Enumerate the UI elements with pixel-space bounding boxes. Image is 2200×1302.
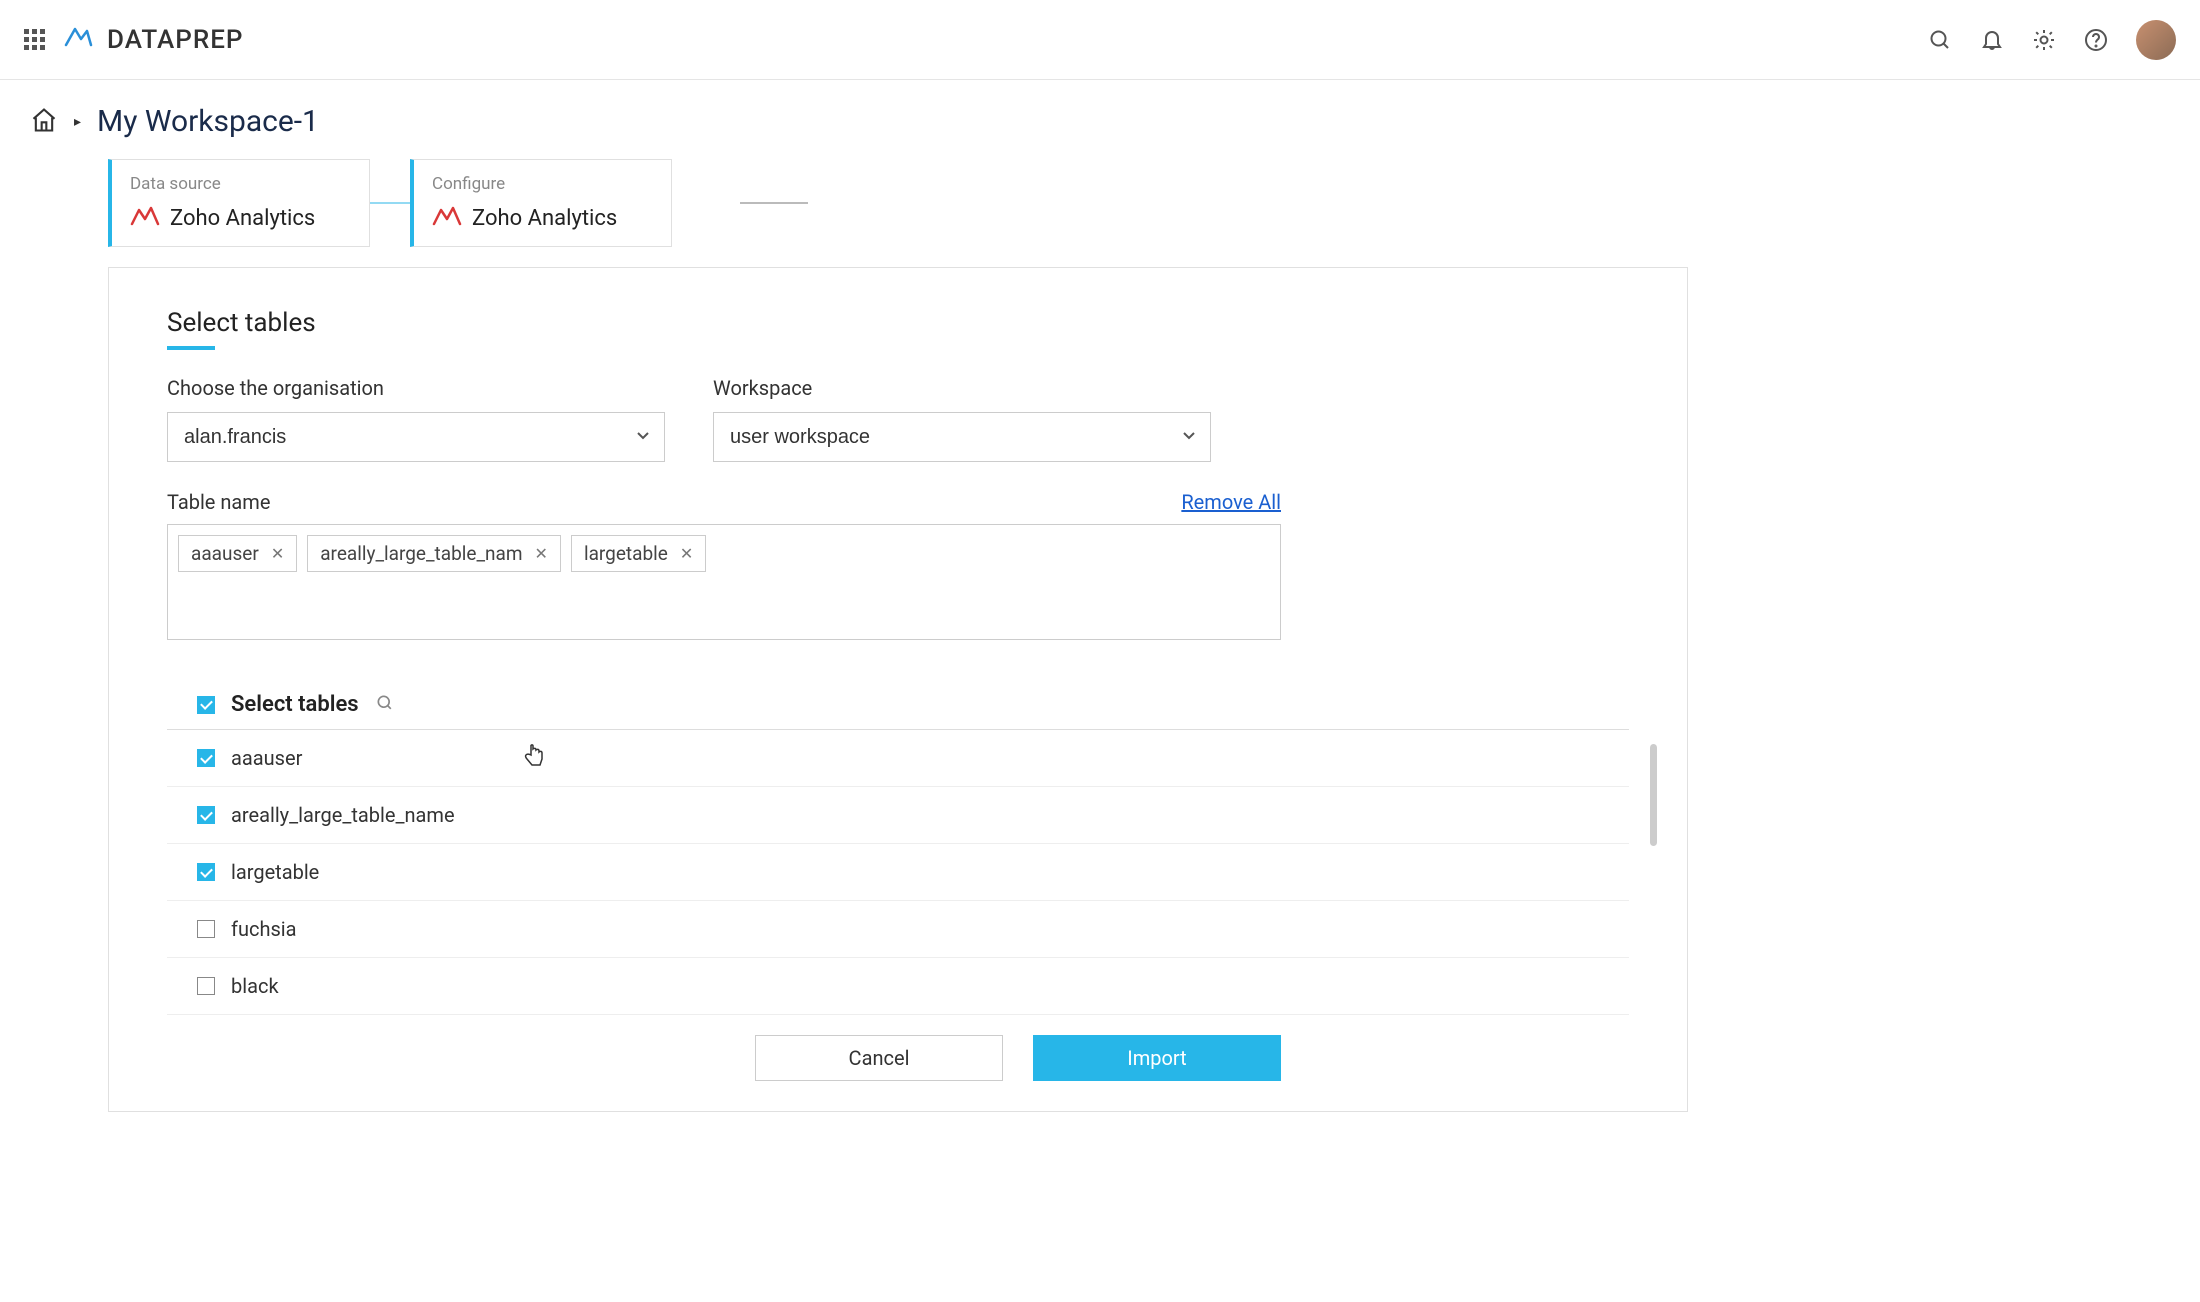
table-row[interactable]: aaauser xyxy=(167,730,1629,787)
bell-icon[interactable] xyxy=(1980,28,2004,52)
search-icon[interactable] xyxy=(1928,28,1952,52)
step-row: Data source Zoho Analytics Configure Zoh… xyxy=(0,149,2200,267)
form-group-organisation: Choose the organisation xyxy=(167,376,665,462)
tags-box[interactable]: aaauser✕areally_large_table_nam✕largetab… xyxy=(167,524,1281,640)
step-connector xyxy=(370,202,410,204)
help-icon[interactable] xyxy=(2084,28,2108,52)
table-list-title: Select tables xyxy=(231,692,359,717)
form-row: Choose the organisation Workspace xyxy=(167,376,1629,462)
breadcrumb: ▸ My Workspace-1 xyxy=(0,80,2200,149)
avatar[interactable] xyxy=(2136,20,2176,60)
organisation-select[interactable] xyxy=(167,412,665,462)
step-data-source[interactable]: Data source Zoho Analytics xyxy=(108,159,370,247)
workspace-select[interactable] xyxy=(713,412,1211,462)
dataprep-logo-icon xyxy=(63,23,93,57)
cancel-button[interactable]: Cancel xyxy=(755,1035,1003,1081)
footer-buttons: Cancel Import xyxy=(407,1035,1629,1091)
tag-label: largetable xyxy=(584,542,668,565)
zoho-analytics-icon xyxy=(432,204,462,232)
top-bar-right xyxy=(1928,20,2176,60)
table-checkbox[interactable] xyxy=(197,920,215,938)
table-row[interactable]: fuchsia xyxy=(167,901,1629,958)
import-button[interactable]: Import xyxy=(1033,1035,1281,1081)
table-checkbox[interactable] xyxy=(197,749,215,767)
main-panel: Select tables Choose the organisation Wo… xyxy=(108,267,1688,1112)
table-checkbox[interactable] xyxy=(197,977,215,995)
table-tag: largetable ✕ xyxy=(571,535,706,572)
logo[interactable]: DATAPREP xyxy=(63,23,243,57)
table-row[interactable]: areally_large_table_name xyxy=(167,787,1629,844)
top-bar: DATAPREP xyxy=(0,0,2200,80)
cursor-pointer-icon xyxy=(523,742,545,774)
step-label: Data source xyxy=(130,174,351,194)
form-group-workspace: Workspace xyxy=(713,376,1211,462)
table-row[interactable]: largetable xyxy=(167,844,1629,901)
table-name-label: Table name xyxy=(167,490,270,514)
home-icon[interactable] xyxy=(30,106,58,138)
gear-icon[interactable] xyxy=(2032,28,2056,52)
close-icon[interactable]: ✕ xyxy=(680,544,693,563)
workspace-select-wrap xyxy=(713,412,1211,462)
table-checkbox[interactable] xyxy=(197,806,215,824)
breadcrumb-separator: ▸ xyxy=(74,114,81,130)
step-label: Configure xyxy=(432,174,653,194)
tag-label: areally_large_table_nam xyxy=(320,542,522,565)
brand-name: DATAPREP xyxy=(107,25,243,55)
step-source: Zoho Analytics xyxy=(432,204,653,232)
apps-grid-icon[interactable] xyxy=(24,29,45,50)
select-all-checkbox[interactable] xyxy=(197,696,215,714)
tag-label: aaauser xyxy=(191,542,259,565)
table-name: fuchsia xyxy=(231,917,297,941)
close-icon[interactable]: ✕ xyxy=(271,544,284,563)
table-list-header: Select tables xyxy=(167,680,1629,730)
scrollbar[interactable] xyxy=(1650,744,1657,846)
workspace-label: Workspace xyxy=(713,376,1211,400)
workspace-title[interactable]: My Workspace-1 xyxy=(97,104,319,139)
table-name: areally_large_table_name xyxy=(231,803,455,827)
table-tag: aaauser ✕ xyxy=(178,535,297,572)
search-tables-icon[interactable] xyxy=(375,693,395,717)
remove-all-link[interactable]: Remove All xyxy=(1181,490,1281,514)
table-name: aaauser xyxy=(231,746,302,770)
table-list: Select tables aaauser areally_large_table… xyxy=(167,680,1629,1015)
table-name-row: Table name Remove All xyxy=(167,490,1281,514)
organisation-label: Choose the organisation xyxy=(167,376,665,400)
top-bar-left: DATAPREP xyxy=(24,23,243,57)
step-configure[interactable]: Configure Zoho Analytics xyxy=(410,159,672,247)
zoho-analytics-icon xyxy=(130,204,160,232)
step-source-name: Zoho Analytics xyxy=(472,206,617,231)
table-name: black xyxy=(231,974,279,998)
section-title: Select tables xyxy=(167,308,316,346)
table-checkbox[interactable] xyxy=(197,863,215,881)
close-icon[interactable]: ✕ xyxy=(535,544,548,563)
step-source-name: Zoho Analytics xyxy=(170,206,315,231)
table-tag: areally_large_table_nam ✕ xyxy=(307,535,561,572)
organisation-select-wrap xyxy=(167,412,665,462)
table-row[interactable]: black xyxy=(167,958,1629,1015)
step-source: Zoho Analytics xyxy=(130,204,351,232)
step-connector-pending xyxy=(740,202,808,204)
table-name: largetable xyxy=(231,860,319,884)
